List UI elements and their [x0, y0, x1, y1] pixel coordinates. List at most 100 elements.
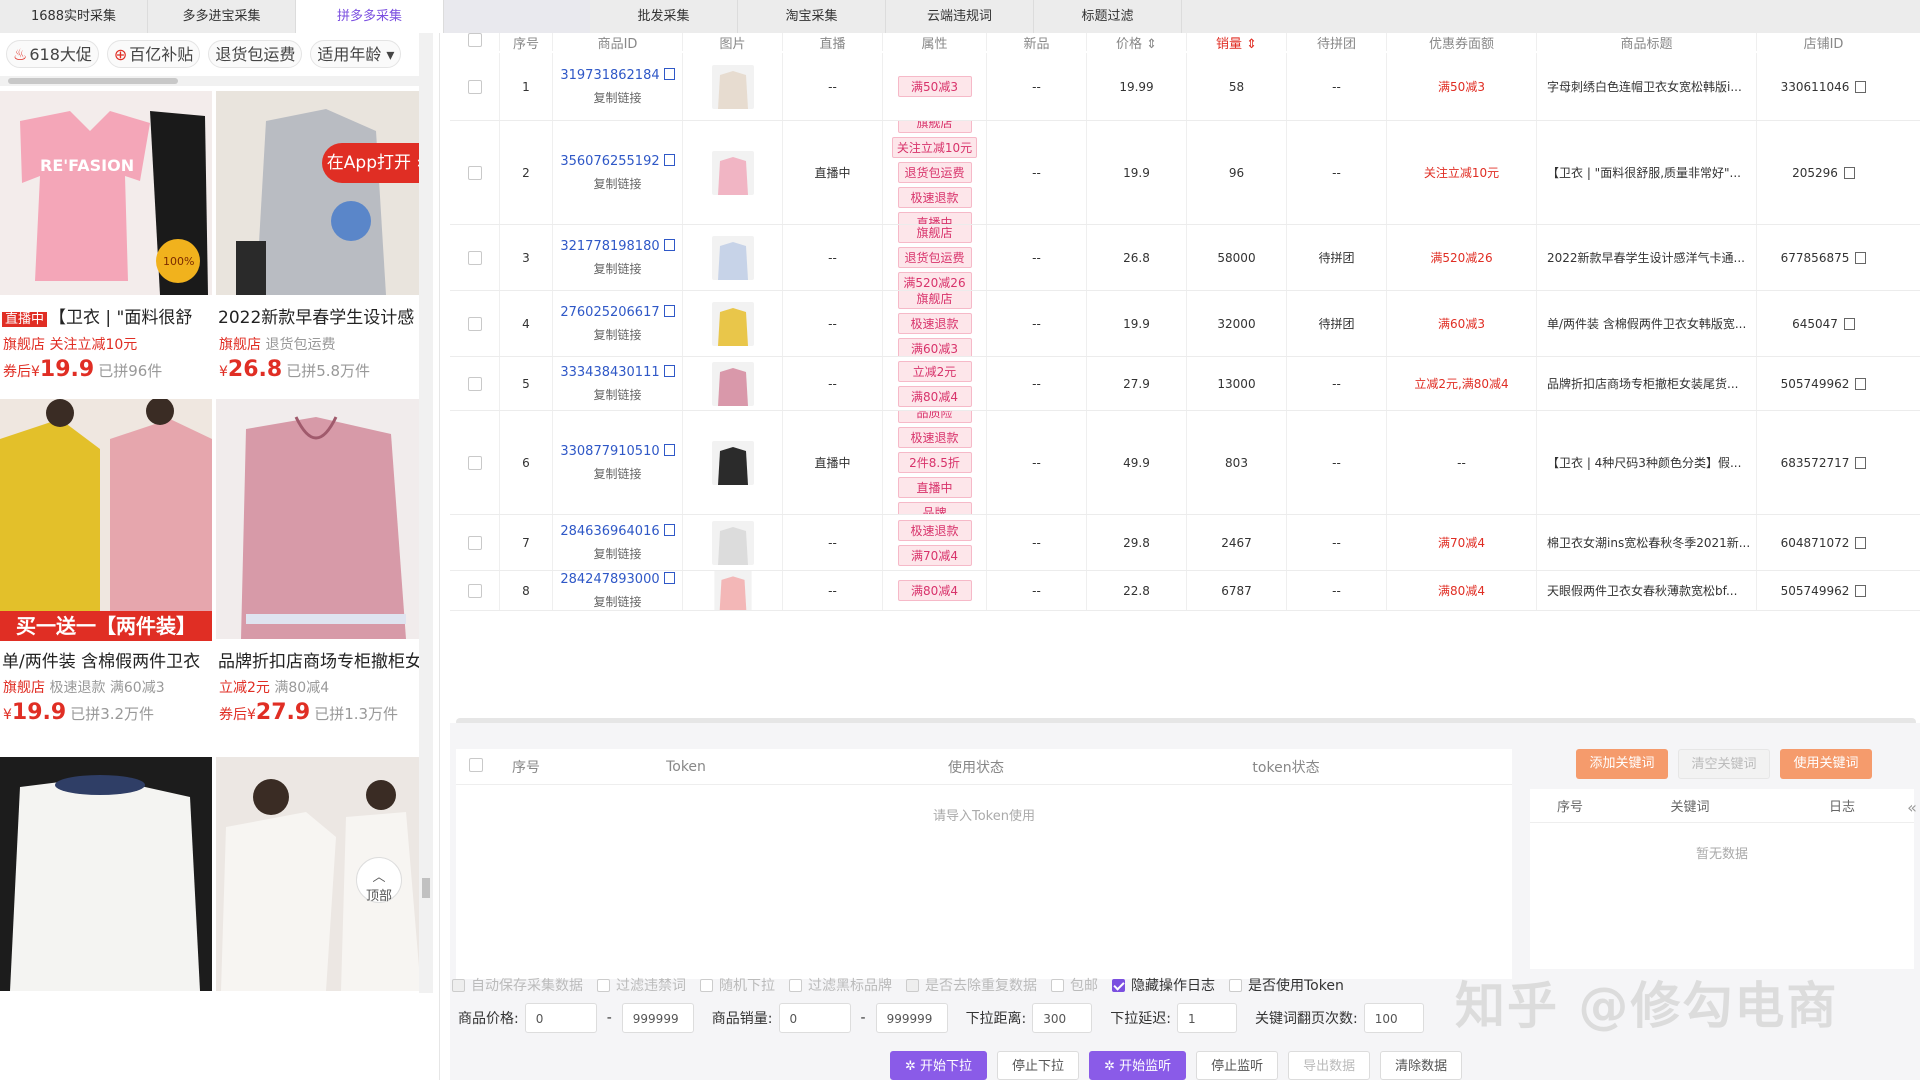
product-card[interactable]: RE'FASION 100% 直播中 【卫衣 | "面料很舒 旗舰店 关注立减10… [0, 91, 212, 391]
chip-return[interactable]: 退货包运费 [208, 40, 303, 68]
product-id-link[interactable]: 356076255192 [560, 154, 659, 169]
copy-link-button[interactable]: 复制链接 [593, 175, 641, 192]
copy-icon[interactable] [1855, 80, 1867, 93]
product-id-link[interactable]: 319731862184 [560, 68, 659, 83]
product-card[interactable] [0, 757, 212, 991]
row-checkbox[interactable] [467, 535, 482, 550]
copy-icon[interactable] [663, 153, 675, 166]
horizontal-scrollbar[interactable] [0, 76, 420, 86]
export-button[interactable]: 导出数据 [1288, 1051, 1371, 1080]
checkbox[interactable] [597, 978, 610, 992]
checkbox[interactable] [789, 978, 802, 992]
table-row[interactable]: 7 284636964016 复制链接 -- 极速退款 满70减4 -- 29.8 2467 --… [450, 515, 1920, 571]
checkbox[interactable] [469, 757, 483, 772]
option-checkbox[interactable]: 随机下拉 [700, 975, 775, 995]
tab-pinduoduo[interactable]: 拼多多采集 [296, 0, 444, 33]
product-thumbnail[interactable] [712, 571, 754, 610]
product-id-link[interactable]: 276025206617 [560, 305, 659, 320]
product-thumbnail[interactable] [711, 150, 754, 195]
row-checkbox[interactable] [467, 583, 482, 598]
copy-icon[interactable] [1855, 251, 1867, 264]
start-listen-button[interactable]: ✲ 开始监听 [1089, 1051, 1187, 1080]
row-checkbox[interactable] [467, 376, 482, 391]
option-checkbox[interactable]: 自动保存采集数据 [452, 975, 583, 995]
table-row[interactable]: 8 284247893000 复制链接 -- 满80减4 -- 22.8 6787 -- 满80减… [450, 571, 1920, 611]
row-select[interactable] [450, 225, 500, 290]
checkbox[interactable] [700, 978, 713, 992]
tab-wholesale[interactable]: 批发采集 [590, 0, 738, 33]
row-checkbox[interactable] [467, 316, 482, 331]
chip-618[interactable]: ♨ 618大促 [6, 40, 99, 68]
token-select-all[interactable] [456, 757, 496, 776]
back-to-top-button[interactable]: ︿ 顶部 [356, 857, 402, 904]
table-row[interactable]: 2 356076255192 复制链接 直播中 旗舰店 关注立减10元 退货包运费 极速退款直… [450, 121, 1920, 225]
header-price[interactable]: 价格 ⇕ [1087, 33, 1187, 51]
copy-link-button[interactable]: 复制链接 [593, 260, 641, 277]
delay-input[interactable]: 1 [1177, 1003, 1237, 1033]
copy-link-button[interactable]: 复制链接 [593, 386, 641, 403]
product-thumbnail[interactable] [711, 235, 754, 280]
product-id-link[interactable]: 333438430111 [560, 365, 659, 380]
add-keyword-button[interactable]: 添加关键词 [1576, 749, 1668, 779]
copy-link-button[interactable]: 复制链接 [593, 326, 641, 343]
copy-icon[interactable] [663, 571, 675, 584]
pages-input[interactable]: 100 [1363, 1003, 1424, 1033]
row-checkbox[interactable] [467, 250, 482, 265]
copy-icon[interactable] [1843, 166, 1855, 179]
copy-link-button[interactable]: 复制链接 [593, 593, 641, 610]
chip-age[interactable]: 适用年龄 ▾ [310, 40, 402, 68]
row-checkbox[interactable] [467, 455, 482, 470]
select-all-checkbox[interactable] [467, 33, 482, 47]
row-select[interactable] [450, 571, 500, 610]
copy-icon[interactable] [663, 67, 675, 80]
checkbox[interactable] [1229, 978, 1242, 992]
open-in-app-button[interactable]: 在App打开 › [322, 143, 428, 183]
row-select[interactable] [450, 121, 500, 224]
copy-icon[interactable] [1843, 317, 1855, 330]
use-keyword-button[interactable]: 使用关键词 [1780, 749, 1872, 779]
product-card[interactable]: 在App打开 › 2022新款早春学生设计感 旗舰店 退货包运费 ¥26.8 已拼… [216, 91, 428, 391]
copy-icon[interactable] [1855, 456, 1867, 469]
header-select[interactable] [450, 33, 500, 51]
product-thumbnail[interactable] [711, 361, 754, 406]
option-checkbox[interactable]: 包邮 [1051, 975, 1098, 995]
product-card[interactable]: 品牌折扣店商场专柜撤柜女 立减2元 满80减4 券后¥27.9 已拼1.3万件 [216, 399, 428, 749]
sales-max-input[interactable]: 999999 [875, 1003, 948, 1033]
product-thumbnail[interactable] [711, 520, 754, 565]
row-select[interactable] [450, 515, 500, 570]
checkbox[interactable] [906, 978, 919, 992]
row-select[interactable] [450, 291, 500, 356]
table-horizontal-scrollbar[interactable] [456, 718, 1916, 723]
product-thumbnail[interactable] [711, 440, 754, 485]
chip-subsidy[interactable]: ⊕ 百亿补贴 [106, 40, 201, 68]
row-select[interactable] [450, 357, 500, 410]
table-row[interactable]: 3 321778198180 复制链接 -- 旗舰店 退货包运费 满520减26 -- 26.8… [450, 225, 1920, 291]
row-checkbox[interactable] [467, 79, 482, 94]
price-max-input[interactable]: 999999 [621, 1003, 694, 1033]
stop-scroll-button[interactable]: 停止下拉 [997, 1051, 1080, 1080]
row-checkbox[interactable] [467, 165, 482, 180]
option-checkbox[interactable]: 是否使用Token [1229, 975, 1344, 995]
copy-icon[interactable] [1855, 584, 1867, 597]
distance-input[interactable]: 300 [1032, 1003, 1093, 1033]
stop-listen-button[interactable]: 停止监听 [1196, 1051, 1279, 1080]
product-thumbnail[interactable] [711, 301, 754, 346]
tab-duoduo[interactable]: 多多进宝采集 [148, 0, 296, 33]
copy-icon[interactable] [1855, 536, 1867, 549]
product-card[interactable]: ︿ 顶部 [216, 757, 428, 991]
copy-icon[interactable] [663, 304, 675, 317]
copy-icon[interactable] [663, 523, 675, 536]
copy-link-button[interactable]: 复制链接 [593, 89, 641, 106]
table-row[interactable]: 1 319731862184 复制链接 -- 满50减3 -- 19.99 58 -- 满50减3… [450, 53, 1920, 121]
start-scroll-button[interactable]: ✲ 开始下拉 [890, 1051, 988, 1080]
product-thumbnail[interactable] [711, 64, 754, 109]
tab-1688[interactable]: 1688实时采集 [0, 0, 148, 33]
tab-cloud-words[interactable]: 云端违规词 [886, 0, 1034, 33]
option-checkbox[interactable]: 隐藏操作日志 [1112, 975, 1215, 995]
checkbox[interactable] [1051, 978, 1064, 992]
copy-icon[interactable] [663, 364, 675, 377]
sales-min-input[interactable]: 0 [778, 1003, 851, 1033]
table-row[interactable]: 4 276025206617 复制链接 -- 旗舰店 极速退款 满60减3 -- 19.9 320… [450, 291, 1920, 357]
option-checkbox[interactable]: 是否去除重复数据 [906, 975, 1037, 995]
copy-icon[interactable] [1855, 377, 1867, 390]
